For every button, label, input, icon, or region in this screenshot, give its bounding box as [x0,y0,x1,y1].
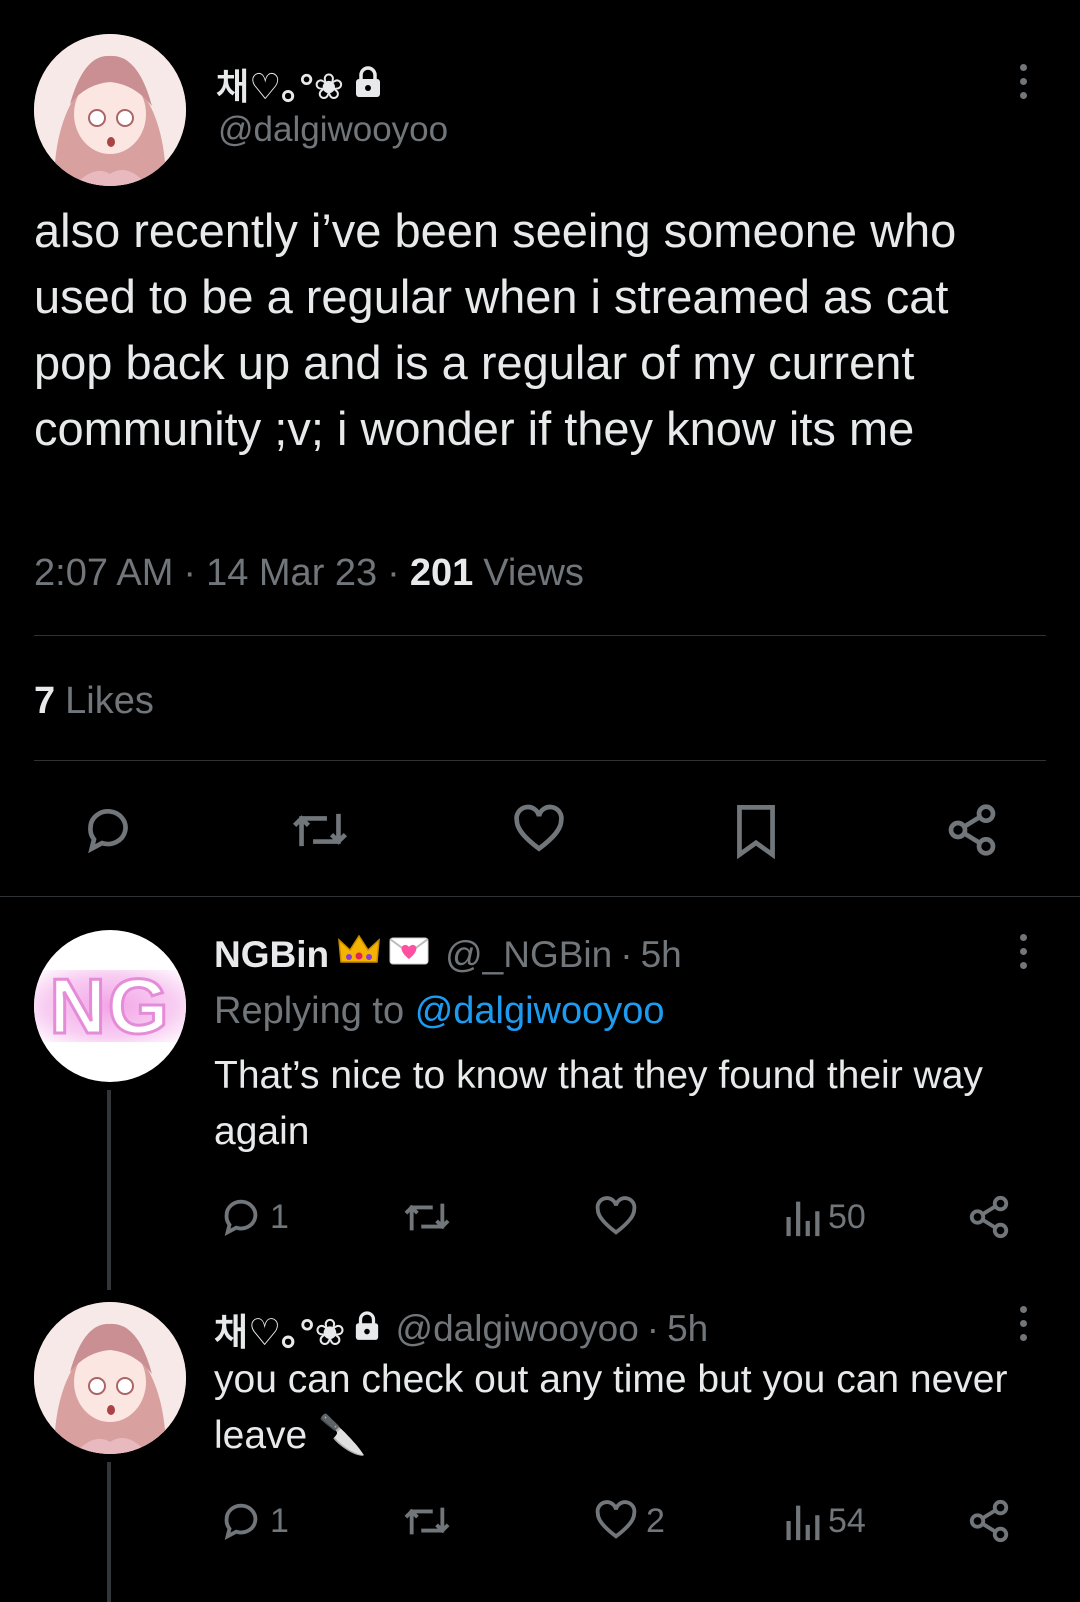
avatar-text: NG [48,960,171,1051]
avatar[interactable] [34,1302,186,1454]
views-icon [786,1505,820,1541]
share-button[interactable] [966,1498,1012,1544]
tweet-time[interactable]: 2:07 AM [34,552,173,595]
reply-header: NGBin @_NGBin · 5h [214,932,682,977]
replying-handle-link[interactable]: @dalgiwooyoo [415,990,665,1032]
thread-line [107,1090,111,1290]
divider [34,760,1046,761]
envelope-icon [389,934,429,976]
retweet-icon [404,1507,450,1535]
display-name[interactable]: 채♡｡°❀ [214,1302,346,1356]
tweet-date[interactable]: 14 Mar 23 [206,552,377,595]
like-button[interactable] [510,802,568,858]
share-icon [969,1195,1009,1239]
author-handle[interactable]: @dalgiwooyoo [396,1308,639,1350]
reply-button[interactable] [80,802,136,858]
author-handle[interactable]: @_NGBin [445,934,612,976]
reply-time[interactable]: 5h [667,1308,708,1350]
share-button[interactable] [944,802,1000,858]
crown-icon [337,932,381,977]
author-handle[interactable]: @dalgiwooyoo [218,110,448,150]
avatar[interactable]: NG [34,930,186,1082]
retweet-button[interactable] [402,1498,452,1544]
author-name-row: 채♡｡°❀ [216,58,382,110]
likes-summary[interactable]: 7 Likes [34,680,154,723]
like-button[interactable]: 2 [592,1498,665,1544]
like-icon [595,1196,637,1235]
reply-count: 1 [270,1501,289,1540]
replying-label: Replying to [214,990,405,1032]
reply-text: you can check out any time but you can n… [214,1358,1008,1457]
more-options-icon[interactable] [1017,64,1029,99]
views-button[interactable]: 50 [782,1194,866,1240]
like-count: 2 [646,1501,665,1540]
thread-line [107,1462,111,1602]
avatar[interactable] [34,34,186,186]
bookmark-icon [737,805,775,860]
separator: · [387,552,400,594]
more-options-icon[interactable] [1017,1306,1029,1341]
reply-button[interactable]: 1 [218,1498,289,1544]
replying-to: Replying to @dalgiwooyoo [214,990,665,1033]
reply-icon [224,1503,258,1541]
views-count: 50 [828,1197,866,1236]
views-count: 54 [828,1501,866,1540]
share-icon [948,804,996,856]
views-icon [786,1201,820,1237]
tweet-meta: 2:07 AM · 14 Mar 23 · 201 Views [34,552,584,595]
divider [0,896,1080,897]
retweet-icon [292,813,348,847]
reply-icon [88,809,128,854]
like-icon [595,1500,637,1539]
retweet-icon [404,1203,450,1231]
lock-icon [354,65,382,103]
divider [34,635,1046,636]
retweet-button[interactable] [402,1194,452,1240]
display-name[interactable]: 채♡｡°❀ [216,58,344,110]
tweet-text: also recently i’ve been seeing someone w… [34,204,957,455]
reply-count: 1 [270,1197,289,1236]
separator: · [620,933,633,975]
more-options-icon[interactable] [1017,934,1029,969]
likes-count: 7 [34,680,56,722]
display-name[interactable]: NGBin [214,934,329,976]
like-button[interactable] [592,1194,640,1240]
reply-icon [224,1199,258,1237]
reply-button[interactable]: 1 [218,1194,289,1240]
views-count: 201 [409,552,474,594]
views-button[interactable]: 54 [782,1498,866,1544]
lock-icon [354,1308,380,1350]
separator: · [183,552,197,594]
likes-label: Likes [65,680,154,722]
like-icon [514,804,564,852]
reply-header: 채♡｡°❀ @dalgiwooyoo · 5h [214,1302,708,1356]
reply-time[interactable]: 5h [641,934,682,976]
retweet-button[interactable] [290,802,350,858]
share-button[interactable] [966,1194,1012,1240]
share-icon [969,1499,1009,1543]
bookmark-button[interactable] [730,802,782,860]
views-label: Views [483,552,584,594]
reply-text: That’s nice to know that they found thei… [214,1054,983,1153]
separator: · [646,1308,660,1349]
